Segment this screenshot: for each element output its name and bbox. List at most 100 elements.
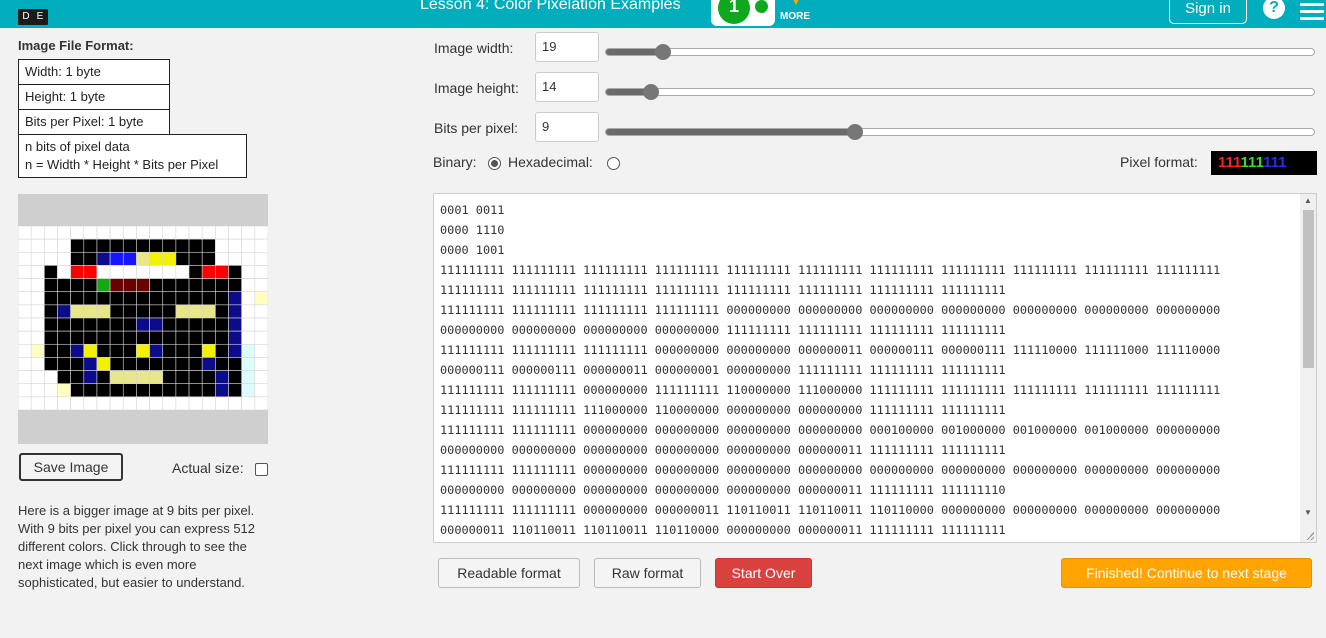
pixel-cell (162, 304, 177, 319)
pixel-cell (83, 238, 98, 253)
binary-radio[interactable] (488, 157, 501, 170)
finished-continue-button[interactable]: Finished! Continue to next stage (1061, 558, 1312, 588)
pixel-cell (30, 396, 45, 410)
save-image-button[interactable]: Save Image (19, 453, 123, 481)
pixel-cell (228, 343, 242, 358)
pixel-cell (30, 317, 45, 332)
pixel-cell (109, 330, 124, 345)
hexadecimal-radio[interactable] (607, 157, 620, 170)
more-button[interactable]: ▼ MORE (780, 0, 814, 28)
pixel-cell (241, 343, 256, 358)
pixel-cell (149, 383, 164, 398)
resize-grip-icon[interactable] (1306, 532, 1314, 540)
width-slider-thumb[interactable] (654, 44, 671, 60)
pixel-cell (122, 330, 137, 345)
pixel-cell (228, 317, 242, 332)
pixel-cell (136, 278, 150, 293)
pixel-cell (44, 251, 58, 266)
pixel-cell (30, 251, 45, 266)
pixel-cell (18, 251, 32, 266)
width-slider[interactable] (605, 44, 1315, 60)
pixel-cell (70, 226, 85, 240)
pixel-cell (70, 291, 85, 306)
pixel-cell (122, 226, 137, 240)
chevron-down-icon: ▼ (790, 0, 802, 8)
sublevel-bubble[interactable] (755, 0, 768, 13)
pixel-cell (254, 357, 268, 371)
pixel-cell (215, 278, 229, 293)
readable-format-button[interactable]: Readable format (438, 558, 580, 588)
pixel-cell (201, 317, 216, 332)
scroll-up-icon[interactable]: ▲ (1304, 196, 1312, 205)
pixel-cell (215, 396, 229, 410)
pixel-image-canvas (18, 194, 268, 444)
pixel-cell (228, 251, 242, 266)
pixel-cell (44, 265, 58, 279)
pixel-cell (44, 291, 58, 306)
binary-data-textarea[interactable]: 0001 0011 0000 1110 0000 1001 111111111 … (433, 193, 1317, 543)
pixel-cell (149, 265, 164, 279)
pixel-cell (83, 383, 98, 398)
raw-format-button[interactable]: Raw format (594, 558, 701, 588)
textarea-scrollbar[interactable]: ▲ ▼ (1300, 194, 1316, 542)
width-input[interactable]: 19 (535, 32, 599, 62)
pixel-cell (149, 317, 164, 332)
height-slider-thumb[interactable] (642, 84, 659, 100)
pixel-cell (162, 226, 177, 240)
pixel-cell (70, 317, 85, 332)
pixel-cell (30, 330, 45, 345)
pixel-cell (70, 343, 85, 358)
hamburger-menu-icon[interactable] (1300, 0, 1326, 20)
pixel-cell (30, 265, 45, 279)
pixel-cell (122, 370, 137, 385)
binary-label: Binary: (433, 154, 477, 170)
pixel-cell (175, 291, 190, 306)
pixel-cell (122, 238, 137, 253)
pixel-cell (83, 317, 98, 332)
start-over-button[interactable]: Start Over (715, 558, 812, 588)
pixel-cell (122, 265, 137, 279)
binary-data-text[interactable]: 0001 0011 0000 1110 0000 1001 111111111 … (440, 200, 1300, 540)
height-input[interactable]: 14 (535, 72, 599, 102)
width-label: Image width: (434, 40, 514, 56)
actual-size-checkbox[interactable] (255, 463, 268, 476)
scroll-down-icon[interactable]: ▼ (1304, 508, 1312, 517)
pixel-cell (109, 357, 124, 371)
sign-in-button[interactable]: Sign in (1169, 0, 1247, 24)
pixel-cell (254, 343, 268, 358)
scrollbar-thumb[interactable] (1303, 210, 1314, 368)
pixel-cell (228, 383, 242, 398)
pixel-cell (122, 251, 137, 266)
hexadecimal-label: Hexadecimal: (508, 154, 593, 170)
help-icon[interactable]: ? (1263, 0, 1285, 19)
level-bubble[interactable]: 1 (718, 0, 750, 24)
pixel-cell (70, 304, 85, 319)
pixel-cell (215, 304, 229, 319)
logo-letter-e[interactable]: E (32, 9, 48, 25)
pixel-cell (18, 304, 32, 319)
pixel-cell (57, 330, 71, 345)
pixel-cell (215, 226, 229, 240)
pixel-format-green: 111 (1240, 154, 1264, 171)
pixel-cell (96, 357, 111, 371)
height-slider[interactable] (605, 84, 1315, 100)
height-label: Image height: (434, 80, 519, 96)
pixel-cell (57, 317, 71, 332)
bpp-slider-thumb[interactable] (846, 124, 863, 140)
pixel-cell (57, 238, 71, 253)
pixel-cell (18, 226, 32, 240)
pixel-cell (162, 343, 177, 358)
pixel-cell (175, 383, 190, 398)
pixel-cell (83, 265, 98, 279)
pixel-cell (30, 304, 45, 319)
bpp-slider[interactable] (605, 124, 1315, 140)
pixel-format-display: 111111111 (1211, 151, 1317, 175)
pixel-cell (241, 304, 256, 319)
pixel-cell (122, 291, 137, 306)
progress-bubbles[interactable]: 1 (711, 0, 775, 26)
pixel-cell (136, 370, 150, 385)
pixel-cell (254, 396, 268, 410)
bpp-input[interactable]: 9 (535, 112, 599, 142)
pixel-cell (201, 330, 216, 345)
pixel-cell (122, 396, 137, 410)
